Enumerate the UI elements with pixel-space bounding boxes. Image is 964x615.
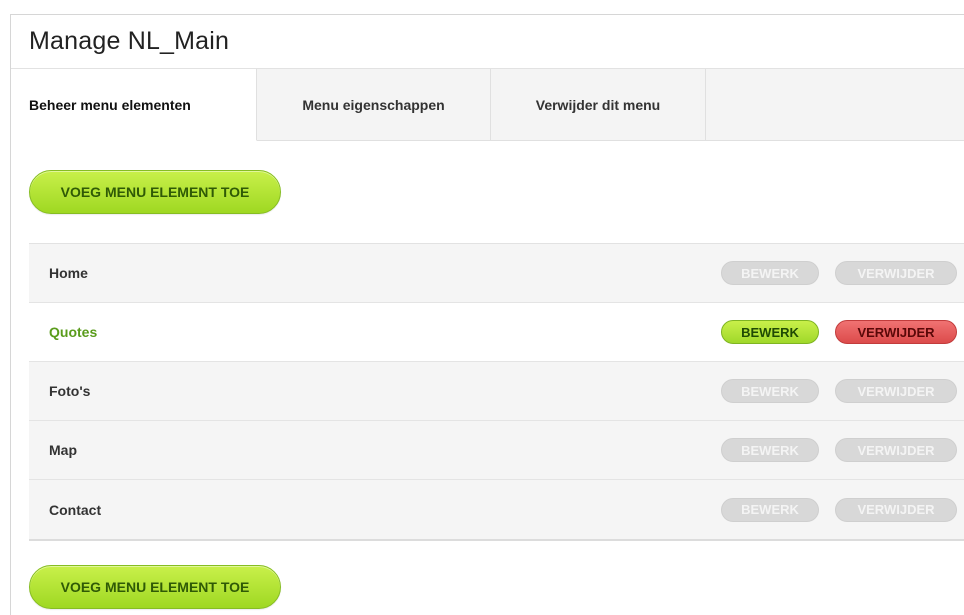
tab-bar: Beheer menu elementen Menu eigenschappen… xyxy=(11,69,964,141)
tab-delete-menu[interactable]: Verwijder dit menu xyxy=(491,69,706,140)
delete-button[interactable]: VERWIJDER xyxy=(835,379,957,403)
add-menu-item-button-top[interactable]: VOEG MENU ELEMENT TOE xyxy=(29,170,281,214)
row-actions: BEWERK VERWIJDER xyxy=(721,438,964,462)
list-item-label: Contact xyxy=(49,501,102,518)
list-item-map[interactable]: Map BEWERK VERWIJDER xyxy=(29,421,964,480)
tab-menu-properties[interactable]: Menu eigenschappen xyxy=(257,69,491,140)
delete-button[interactable]: VERWIJDER xyxy=(835,497,957,522)
edit-button[interactable]: BEWERK xyxy=(721,497,819,522)
edit-button[interactable]: BEWERK xyxy=(721,320,819,344)
row-actions: BEWERK VERWIJDER xyxy=(721,261,964,285)
list-item-quotes[interactable]: Quotes BEWERK VERWIJDER xyxy=(29,303,964,362)
add-menu-item-button-bottom[interactable]: VOEG MENU ELEMENT TOE xyxy=(29,565,281,609)
page-title: Manage NL_Main xyxy=(29,27,230,55)
list-item-home[interactable]: Home BEWERK VERWIJDER xyxy=(29,244,964,303)
tab-manage-menu-items[interactable]: Beheer menu elementen xyxy=(11,69,257,141)
list-item-label: Foto's xyxy=(49,383,91,399)
tab-bar-filler xyxy=(706,69,964,140)
manage-menu-panel: Manage NL_Main Beheer menu elementen Men… xyxy=(10,14,964,615)
list-item-label: Quotes xyxy=(49,324,98,340)
list-item-label: Home xyxy=(49,265,88,281)
list-item-label: Map xyxy=(49,442,77,458)
delete-button[interactable]: VERWIJDER xyxy=(835,438,957,462)
row-actions: BEWERK VERWIJDER xyxy=(721,320,964,344)
edit-button[interactable]: BEWERK xyxy=(721,438,819,462)
list-item-contact[interactable]: Contact BEWERK VERWIJDER xyxy=(29,480,964,539)
list-item-fotos[interactable]: Foto's BEWERK VERWIJDER xyxy=(29,362,964,421)
edit-button[interactable]: BEWERK xyxy=(721,379,819,403)
delete-button[interactable]: VERWIJDER xyxy=(835,320,957,344)
row-actions: BEWERK VERWIJDER xyxy=(721,497,964,522)
title-bar: Manage NL_Main xyxy=(11,15,964,69)
edit-button[interactable]: BEWERK xyxy=(721,261,819,285)
row-actions: BEWERK VERWIJDER xyxy=(721,379,964,403)
delete-button[interactable]: VERWIJDER xyxy=(835,261,957,285)
menu-item-list: Home BEWERK VERWIJDER Quotes BEWERK VERW… xyxy=(29,243,964,541)
